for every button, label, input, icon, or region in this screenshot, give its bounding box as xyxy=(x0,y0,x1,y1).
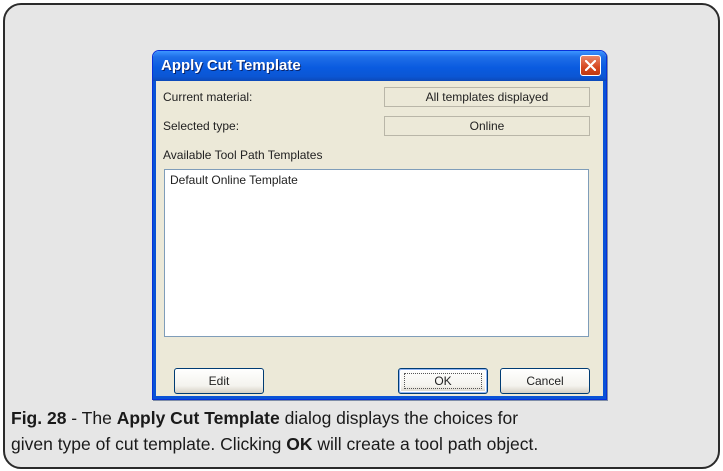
edit-button[interactable]: Edit xyxy=(174,368,264,394)
caption-dialog-name: Apply Cut Template xyxy=(116,408,280,428)
current-material-label: Current material: xyxy=(163,90,253,104)
dialog-titlebar[interactable]: Apply Cut Template xyxy=(153,51,606,81)
caption-text: dialog displays the choices for xyxy=(279,408,519,428)
current-material-value: All templates displayed xyxy=(384,87,590,107)
figure-caption: Fig. 28 - The Apply Cut Template dialog … xyxy=(5,405,718,457)
close-x-icon xyxy=(585,60,596,71)
dialog-title: Apply Cut Template xyxy=(161,57,301,74)
caption-line-1: Fig. 28 - The Apply Cut Template dialog … xyxy=(5,405,718,431)
dialog-body: Current material: All templates displaye… xyxy=(153,81,606,399)
close-button[interactable] xyxy=(580,55,601,76)
figure-number: Fig. 28 xyxy=(11,408,67,428)
ok-button-label: OK xyxy=(434,374,452,388)
list-item[interactable]: Default Online Template xyxy=(170,173,298,187)
apply-cut-template-dialog: Apply Cut Template Current material: All… xyxy=(152,50,607,400)
ok-button[interactable]: OK xyxy=(398,368,488,394)
cancel-button[interactable]: Cancel xyxy=(500,368,590,394)
selected-type-value: Online xyxy=(384,116,590,136)
caption-ok: OK xyxy=(286,434,313,454)
caption-text: given type of cut template. Clicking xyxy=(11,434,287,454)
available-templates-label: Available Tool Path Templates xyxy=(163,148,323,162)
figure-frame: Apply Cut Template Current material: All… xyxy=(3,3,720,469)
caption-text: will create a tool path object. xyxy=(312,434,539,454)
caption-line-2: given type of cut template. Clicking OK … xyxy=(5,431,718,457)
selected-type-label: Selected type: xyxy=(163,119,240,133)
caption-text: - The xyxy=(66,408,117,428)
templates-listbox[interactable]: Default Online Template xyxy=(164,169,589,337)
